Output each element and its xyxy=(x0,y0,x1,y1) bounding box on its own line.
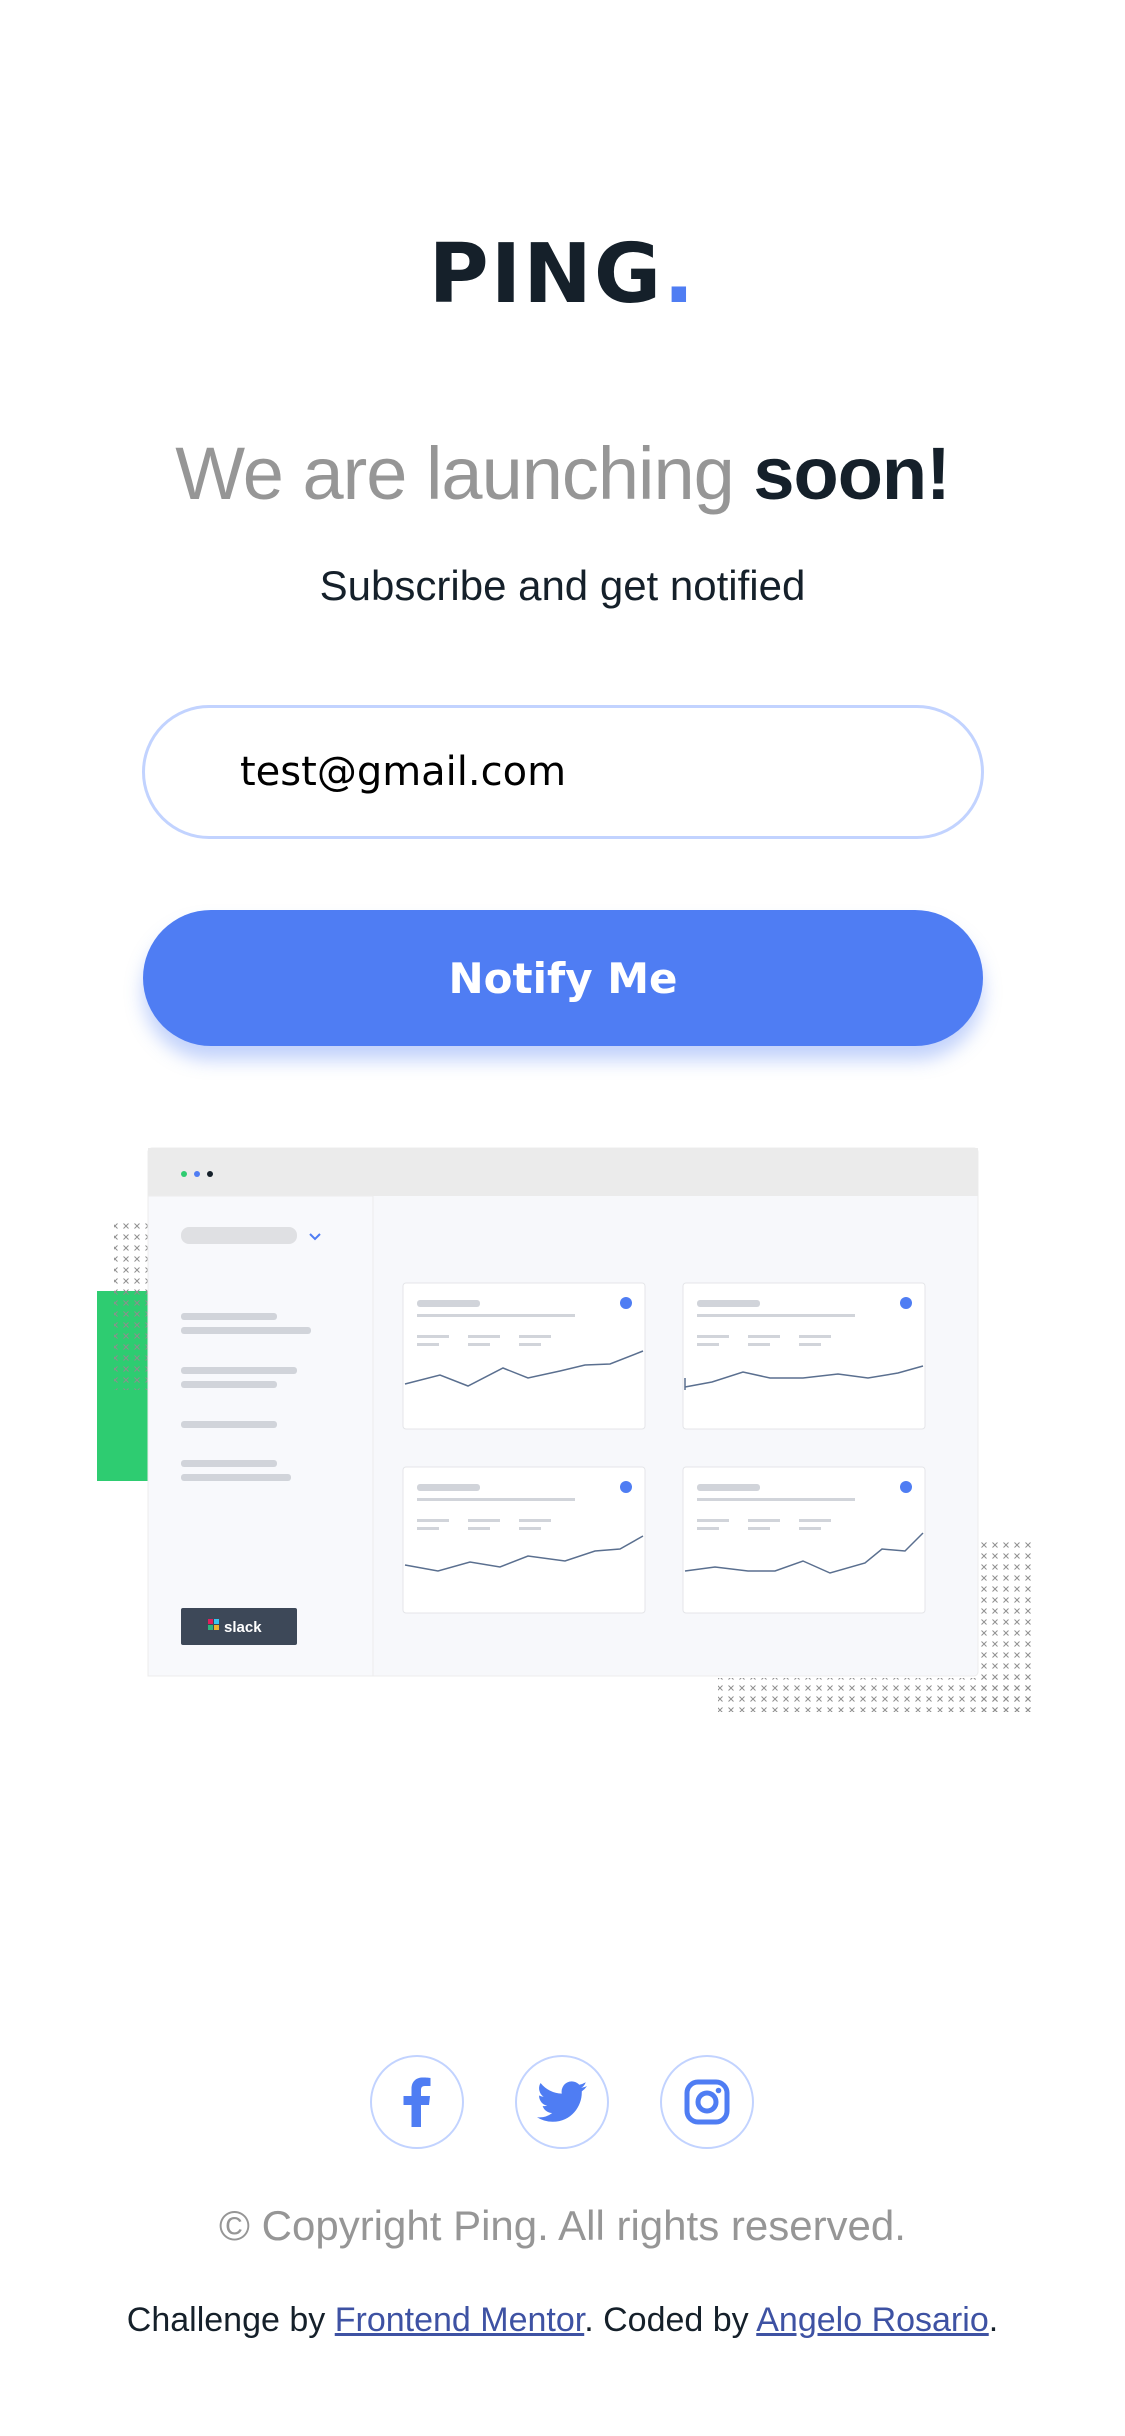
twitter-icon xyxy=(537,2081,587,2122)
instagram-link[interactable] xyxy=(660,2055,754,2149)
slack-badge-label: slack xyxy=(224,1619,262,1636)
notify-me-button[interactable]: Notify Me xyxy=(143,910,983,1046)
credit-suffix: . xyxy=(988,2301,999,2339)
brand-logo: PING. xyxy=(0,225,1125,325)
author-link[interactable]: Angelo Rosario xyxy=(756,2301,988,2339)
attribution: Challenge by Frontend Mentor. Coded by A… xyxy=(0,2296,1125,2344)
credit-prefix: Challenge by xyxy=(126,2301,326,2339)
frontend-mentor-link[interactable]: Frontend Mentor xyxy=(335,2301,584,2339)
dashboard-sidebar xyxy=(147,1195,374,1677)
twitter-link[interactable] xyxy=(515,2055,609,2149)
brand-name: PING xyxy=(428,227,664,322)
chart-card-1 xyxy=(402,1282,646,1430)
brand-dot: . xyxy=(663,227,697,322)
email-input[interactable] xyxy=(142,705,984,839)
headline-light: We are launching xyxy=(175,432,735,515)
copyright-text: © Copyright Ping. All rights reserved. xyxy=(219,2202,906,2249)
chart-card-4 xyxy=(682,1466,926,1614)
chart-card-3 xyxy=(402,1466,646,1614)
instagram-icon xyxy=(684,2079,730,2125)
headline-bold: soon! xyxy=(753,432,950,515)
dashboard-illustration: slack xyxy=(97,1147,1032,1712)
x-pattern-bottom xyxy=(718,1678,1032,1712)
chart-card-2 xyxy=(682,1282,926,1430)
page-headline: We are launching soon! xyxy=(0,428,1125,520)
credit-middle: . Coded by xyxy=(584,2301,749,2339)
subtitle: Subscribe and get notified xyxy=(319,562,806,609)
social-links xyxy=(370,2055,755,2155)
facebook-link[interactable] xyxy=(370,2055,464,2149)
facebook-icon xyxy=(403,2077,431,2127)
window-titlebar xyxy=(148,1148,978,1196)
